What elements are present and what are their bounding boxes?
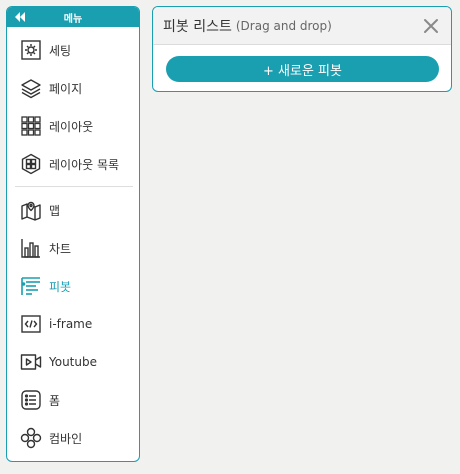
- sidebar-item-label: 레이아웃: [49, 119, 94, 134]
- sidebar-item-label: Youtube: [49, 355, 97, 369]
- menu-divider: [15, 186, 133, 187]
- sidebar: 메뉴 세팅 페이지 레이아웃 레이아웃 목록 맵 차트 피봇 i-frame Y…: [6, 6, 140, 462]
- sidebar-item-layout-list[interactable]: 레이아웃 목록: [7, 145, 139, 183]
- sidebar-item-chart[interactable]: 차트: [7, 229, 139, 267]
- sidebar-item-layout[interactable]: 레이아웃: [7, 107, 139, 145]
- code-icon: [19, 312, 43, 336]
- sidebar-title: 메뉴: [63, 13, 83, 25]
- sidebar-item-form[interactable]: 폼: [7, 381, 139, 419]
- layout-list-icon: [19, 152, 43, 176]
- form-list-icon: [19, 388, 43, 412]
- sidebar-item-youtube[interactable]: Youtube: [7, 343, 139, 381]
- panel-subtitle: (Drag and drop): [235, 18, 332, 33]
- sidebar-item-label: 컴바인: [49, 431, 83, 446]
- video-icon: [19, 350, 43, 374]
- combine-icon: [19, 426, 43, 450]
- sidebar-item-iframe[interactable]: i-frame: [7, 305, 139, 343]
- sidebar-menu: 세팅 페이지 레이아웃 레이아웃 목록 맵 차트 피봇 i-frame Yout…: [7, 27, 139, 457]
- sidebar-item-settings[interactable]: 세팅: [7, 31, 139, 69]
- add-pivot-button[interactable]: + 새로운 피봇: [166, 56, 439, 82]
- layers-icon: [19, 76, 43, 100]
- bar-chart-icon: [19, 236, 43, 260]
- sidebar-item-label: i-frame: [49, 317, 93, 331]
- sidebar-item-label: 세팅: [49, 43, 72, 58]
- sidebar-item-label: 피봇: [49, 279, 72, 294]
- sidebar-item-pages[interactable]: 페이지: [7, 69, 139, 107]
- sidebar-item-map[interactable]: 맵: [7, 191, 139, 229]
- sidebar-item-label: 페이지: [49, 81, 83, 96]
- sidebar-item-label: 폼: [49, 393, 61, 408]
- sidebar-item-label: 차트: [49, 241, 72, 256]
- pivot-list-panel: 피봇 리스트 (Drag and drop) + 새로운 피봇: [152, 6, 452, 92]
- close-icon[interactable]: [423, 18, 439, 34]
- grid-icon: [19, 114, 43, 138]
- pivot-icon: [19, 274, 43, 298]
- map-icon: [19, 198, 43, 222]
- panel-title: 피봇 리스트: [163, 18, 232, 35]
- double-chevron-left-icon[interactable]: [14, 11, 26, 23]
- sidebar-item-label: 맵: [49, 203, 61, 218]
- sidebar-item-label: 레이아웃 목록: [49, 157, 120, 172]
- panel-header: 피봇 리스트 (Drag and drop): [153, 7, 451, 45]
- sidebar-item-combine[interactable]: 컴바인: [7, 419, 139, 457]
- sidebar-header: 메뉴: [7, 7, 139, 27]
- gear-icon: [19, 38, 43, 62]
- sidebar-item-pivot[interactable]: 피봇: [7, 267, 139, 305]
